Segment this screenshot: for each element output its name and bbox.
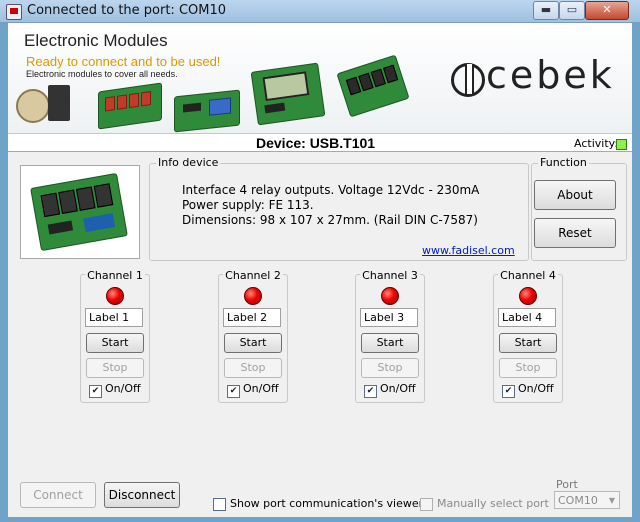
onoff-checkbox[interactable]: ✔ [502, 385, 515, 398]
module-image-3 [250, 62, 326, 126]
show-viewer-checkbox[interactable] [213, 498, 226, 511]
title-bar[interactable]: Connected to the port: COM10 ▬ ▭ ✕ [0, 0, 640, 23]
close-button[interactable]: ✕ [585, 1, 629, 20]
maximize-button[interactable]: ▭ [559, 1, 585, 20]
window-title: Connected to the port: COM10 [27, 3, 227, 18]
onoff-label: On/Off [380, 382, 416, 395]
channel-3-group: Channel 3 Label 3 Start Stop ✔ On/Off [355, 269, 425, 403]
cebek-logo-text: cebek [486, 53, 615, 97]
info-line: Dimensions: 98 x 107 x 27mm. (Rail DIN C… [182, 213, 478, 227]
relay-led-indicator [244, 287, 262, 305]
port-label: Port [556, 478, 578, 491]
channel-4-group: Channel 4 Label 4 Start Stop ✔ On/Off [493, 269, 563, 403]
channel-title: Channel 3 [360, 269, 420, 282]
transformer-image [14, 83, 74, 127]
onoff-checkbox[interactable]: ✔ [227, 385, 240, 398]
activity-label: Activity: [574, 137, 619, 150]
onoff-checkbox[interactable]: ✔ [89, 385, 102, 398]
banner: Electronic Modules Ready to connect and … [8, 23, 632, 134]
port-select[interactable]: COM10 ▼ [554, 491, 620, 509]
start-button[interactable]: Start [361, 333, 419, 353]
onoff-label: On/Off [105, 382, 141, 395]
device-label: Device: USB.T101 [256, 135, 376, 151]
channel-2-group: Channel 2 Label 2 Start Stop ✔ On/Off [218, 269, 288, 403]
channel-label-input[interactable]: Label 3 [360, 308, 418, 327]
module-image-1 [98, 82, 162, 130]
chevron-down-icon: ▼ [608, 496, 615, 505]
channel-title: Channel 4 [498, 269, 558, 282]
module-image-2 [174, 89, 240, 133]
website-link[interactable]: www.fadisel.com [422, 244, 515, 257]
app-icon [6, 4, 22, 20]
onoff-checkbox[interactable]: ✔ [364, 385, 377, 398]
relay-led-indicator [519, 287, 537, 305]
minimize-button[interactable]: ▬ [533, 1, 559, 20]
client-area: Electronic Modules Ready to connect and … [8, 23, 632, 517]
cebek-logo-icon [451, 63, 485, 97]
onoff-label: On/Off [243, 382, 279, 395]
info-line: Power supply: FE 113. [182, 198, 314, 212]
channel-label-input[interactable]: Label 2 [223, 308, 281, 327]
channel-title: Channel 2 [223, 269, 283, 282]
activity-indicator [616, 139, 627, 150]
channel-label-input[interactable]: Label 1 [85, 308, 143, 327]
connect-button[interactable]: Connect [20, 482, 96, 508]
start-button[interactable]: Start [224, 333, 282, 353]
port-value: COM10 [558, 494, 598, 507]
banner-description: Electronic modules to cover all needs. [26, 69, 178, 79]
start-button[interactable]: Start [86, 333, 144, 353]
start-button[interactable]: Start [499, 333, 557, 353]
manual-port-checkbox[interactable] [420, 498, 433, 511]
module-image-4 [336, 54, 410, 118]
function-title: Function [538, 156, 589, 169]
channel-title: Channel 1 [85, 269, 145, 282]
stop-button[interactable]: Stop [86, 358, 144, 378]
stop-button[interactable]: Stop [361, 358, 419, 378]
disconnect-button[interactable]: Disconnect [104, 482, 180, 508]
channel-label-input[interactable]: Label 4 [498, 308, 556, 327]
about-button[interactable]: About [534, 180, 616, 210]
channel-1-group: Channel 1 Label 1 Start Stop ✔ On/Off [80, 269, 150, 403]
reset-button[interactable]: Reset [534, 218, 616, 248]
device-photo [20, 165, 140, 259]
relay-led-indicator [106, 287, 124, 305]
banner-subtitle: Ready to connect and to be used! [26, 54, 221, 69]
info-text: Interface 4 relay outputs. Voltage 12Vdc… [182, 183, 479, 228]
stop-button[interactable]: Stop [224, 358, 282, 378]
stop-button[interactable]: Stop [499, 358, 557, 378]
banner-title: Electronic Modules [24, 31, 168, 50]
info-line: Interface 4 relay outputs. Voltage 12Vdc… [182, 183, 480, 197]
show-viewer-label: Show port communication's viewer [230, 497, 424, 510]
manual-port-label: Manually select port [437, 497, 549, 510]
onoff-label: On/Off [518, 382, 554, 395]
relay-led-indicator [381, 287, 399, 305]
info-device-title: Info device [156, 156, 221, 169]
